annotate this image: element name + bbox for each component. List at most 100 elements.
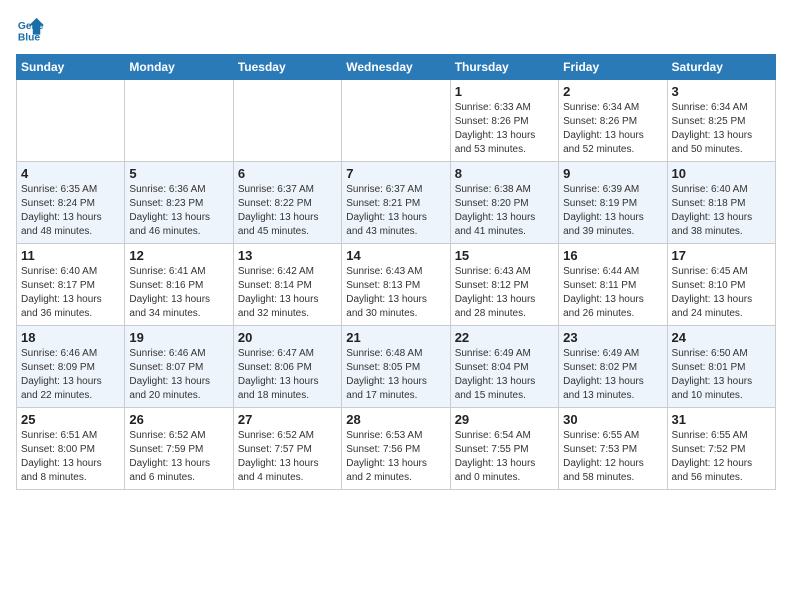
calendar-header-row: SundayMondayTuesdayWednesdayThursdayFrid… xyxy=(17,55,776,80)
calendar-cell: 2 Sunrise: 6:34 AM Sunset: 8:26 PM Daylig… xyxy=(559,80,667,162)
calendar-cell: 3 Sunrise: 6:34 AM Sunset: 8:25 PM Daylig… xyxy=(667,80,775,162)
column-header-monday: Monday xyxy=(125,55,233,80)
calendar-cell: 12 Sunrise: 6:41 AM Sunset: 8:16 PM Dayli… xyxy=(125,244,233,326)
calendar-cell: 22 Sunrise: 6:49 AM Sunset: 8:04 PM Dayli… xyxy=(450,326,558,408)
day-number: 8 xyxy=(455,166,554,181)
day-info: Sunrise: 6:40 AM Sunset: 8:18 PM Dayligh… xyxy=(672,183,771,239)
day-number: 21 xyxy=(346,330,445,345)
calendar-cell: 21 Sunrise: 6:48 AM Sunset: 8:05 PM Dayli… xyxy=(342,326,450,408)
day-info: Sunrise: 6:33 AM Sunset: 8:26 PM Dayligh… xyxy=(455,101,554,157)
logo: General Blue xyxy=(16,16,44,44)
day-info: Sunrise: 6:46 AM Sunset: 8:09 PM Dayligh… xyxy=(21,347,120,403)
day-number: 18 xyxy=(21,330,120,345)
day-number: 26 xyxy=(129,412,228,427)
day-number: 23 xyxy=(563,330,662,345)
calendar-cell: 19Sunrise: 6:46 AM Sunset: 8:07 PM Dayli… xyxy=(125,326,233,408)
column-header-friday: Friday xyxy=(559,55,667,80)
calendar-cell: 13 Sunrise: 6:42 AM Sunset: 8:14 PM Dayli… xyxy=(233,244,341,326)
day-number: 31 xyxy=(672,412,771,427)
day-info: Sunrise: 6:37 AM Sunset: 8:22 PM Dayligh… xyxy=(238,183,337,239)
calendar-cell: 18 Sunrise: 6:46 AM Sunset: 8:09 PM Dayli… xyxy=(17,326,125,408)
calendar-cell xyxy=(342,80,450,162)
day-number: 24 xyxy=(672,330,771,345)
calendar-cell: 20 Sunrise: 6:47 AM Sunset: 8:06 PM Dayli… xyxy=(233,326,341,408)
header: General Blue xyxy=(16,16,776,44)
column-header-sunday: Sunday xyxy=(17,55,125,80)
day-number: 1 xyxy=(455,84,554,99)
calendar-cell: 4Sunrise: 6:35 AM Sunset: 8:24 PM Daylig… xyxy=(17,162,125,244)
calendar-cell: 15 Sunrise: 6:43 AM Sunset: 8:12 PM Dayli… xyxy=(450,244,558,326)
day-info: Sunrise: 6:55 AM Sunset: 7:53 PM Dayligh… xyxy=(563,429,662,485)
day-info: Sunrise: 6:43 AM Sunset: 8:12 PM Dayligh… xyxy=(455,265,554,321)
day-number: 9 xyxy=(563,166,662,181)
day-number: 3 xyxy=(672,84,771,99)
day-number: 5 xyxy=(129,166,228,181)
logo-icon: General Blue xyxy=(16,16,44,44)
calendar-week-row: 11Sunrise: 6:40 AM Sunset: 8:17 PM Dayli… xyxy=(17,244,776,326)
calendar-cell: 29Sunrise: 6:54 AM Sunset: 7:55 PM Dayli… xyxy=(450,408,558,490)
day-info: Sunrise: 6:35 AM Sunset: 8:24 PM Dayligh… xyxy=(21,183,120,239)
day-number: 10 xyxy=(672,166,771,181)
day-info: Sunrise: 6:55 AM Sunset: 7:52 PM Dayligh… xyxy=(672,429,771,485)
calendar-cell: 30Sunrise: 6:55 AM Sunset: 7:53 PM Dayli… xyxy=(559,408,667,490)
day-info: Sunrise: 6:44 AM Sunset: 8:11 PM Dayligh… xyxy=(563,265,662,321)
calendar-cell: 16 Sunrise: 6:44 AM Sunset: 8:11 PM Dayli… xyxy=(559,244,667,326)
calendar-cell: 14 Sunrise: 6:43 AM Sunset: 8:13 PM Dayli… xyxy=(342,244,450,326)
calendar-cell xyxy=(125,80,233,162)
calendar-cell: 6 Sunrise: 6:37 AM Sunset: 8:22 PM Daylig… xyxy=(233,162,341,244)
day-number: 19 xyxy=(129,330,228,345)
day-info: Sunrise: 6:47 AM Sunset: 8:06 PM Dayligh… xyxy=(238,347,337,403)
day-number: 6 xyxy=(238,166,337,181)
day-info: Sunrise: 6:34 AM Sunset: 8:25 PM Dayligh… xyxy=(672,101,771,157)
day-number: 14 xyxy=(346,248,445,263)
day-number: 20 xyxy=(238,330,337,345)
day-number: 13 xyxy=(238,248,337,263)
day-number: 27 xyxy=(238,412,337,427)
day-info: Sunrise: 6:49 AM Sunset: 8:04 PM Dayligh… xyxy=(455,347,554,403)
column-header-thursday: Thursday xyxy=(450,55,558,80)
calendar-table: SundayMondayTuesdayWednesdayThursdayFrid… xyxy=(16,54,776,490)
calendar-cell xyxy=(17,80,125,162)
column-header-tuesday: Tuesday xyxy=(233,55,341,80)
calendar-cell: 9Sunrise: 6:39 AM Sunset: 8:19 PM Daylig… xyxy=(559,162,667,244)
calendar-cell: 17 Sunrise: 6:45 AM Sunset: 8:10 PM Dayli… xyxy=(667,244,775,326)
calendar-cell: 8 Sunrise: 6:38 AM Sunset: 8:20 PM Daylig… xyxy=(450,162,558,244)
calendar-week-row: 4Sunrise: 6:35 AM Sunset: 8:24 PM Daylig… xyxy=(17,162,776,244)
day-number: 16 xyxy=(563,248,662,263)
calendar-cell: 23 Sunrise: 6:49 AM Sunset: 8:02 PM Dayli… xyxy=(559,326,667,408)
day-info: Sunrise: 6:52 AM Sunset: 7:59 PM Dayligh… xyxy=(129,429,228,485)
day-number: 2 xyxy=(563,84,662,99)
calendar-cell xyxy=(233,80,341,162)
day-info: Sunrise: 6:43 AM Sunset: 8:13 PM Dayligh… xyxy=(346,265,445,321)
day-info: Sunrise: 6:49 AM Sunset: 8:02 PM Dayligh… xyxy=(563,347,662,403)
day-number: 22 xyxy=(455,330,554,345)
day-info: Sunrise: 6:37 AM Sunset: 8:21 PM Dayligh… xyxy=(346,183,445,239)
day-info: Sunrise: 6:53 AM Sunset: 7:56 PM Dayligh… xyxy=(346,429,445,485)
column-header-wednesday: Wednesday xyxy=(342,55,450,80)
calendar-cell: 26 Sunrise: 6:52 AM Sunset: 7:59 PM Dayli… xyxy=(125,408,233,490)
calendar-cell: 1 Sunrise: 6:33 AM Sunset: 8:26 PM Daylig… xyxy=(450,80,558,162)
day-number: 12 xyxy=(129,248,228,263)
day-info: Sunrise: 6:34 AM Sunset: 8:26 PM Dayligh… xyxy=(563,101,662,157)
day-number: 15 xyxy=(455,248,554,263)
day-number: 7 xyxy=(346,166,445,181)
day-info: Sunrise: 6:41 AM Sunset: 8:16 PM Dayligh… xyxy=(129,265,228,321)
day-info: Sunrise: 6:52 AM Sunset: 7:57 PM Dayligh… xyxy=(238,429,337,485)
calendar-cell: 5Sunrise: 6:36 AM Sunset: 8:23 PM Daylig… xyxy=(125,162,233,244)
day-number: 17 xyxy=(672,248,771,263)
column-header-saturday: Saturday xyxy=(667,55,775,80)
calendar-cell: 11Sunrise: 6:40 AM Sunset: 8:17 PM Dayli… xyxy=(17,244,125,326)
day-info: Sunrise: 6:50 AM Sunset: 8:01 PM Dayligh… xyxy=(672,347,771,403)
calendar-cell: 10 Sunrise: 6:40 AM Sunset: 8:18 PM Dayli… xyxy=(667,162,775,244)
day-info: Sunrise: 6:42 AM Sunset: 8:14 PM Dayligh… xyxy=(238,265,337,321)
calendar-cell: 28 Sunrise: 6:53 AM Sunset: 7:56 PM Dayli… xyxy=(342,408,450,490)
day-info: Sunrise: 6:48 AM Sunset: 8:05 PM Dayligh… xyxy=(346,347,445,403)
calendar-cell: 7 Sunrise: 6:37 AM Sunset: 8:21 PM Daylig… xyxy=(342,162,450,244)
day-info: Sunrise: 6:45 AM Sunset: 8:10 PM Dayligh… xyxy=(672,265,771,321)
day-info: Sunrise: 6:38 AM Sunset: 8:20 PM Dayligh… xyxy=(455,183,554,239)
calendar-cell: 31 Sunrise: 6:55 AM Sunset: 7:52 PM Dayli… xyxy=(667,408,775,490)
day-number: 28 xyxy=(346,412,445,427)
day-number: 25 xyxy=(21,412,120,427)
day-number: 11 xyxy=(21,248,120,263)
calendar-week-row: 25Sunrise: 6:51 AM Sunset: 8:00 PM Dayli… xyxy=(17,408,776,490)
